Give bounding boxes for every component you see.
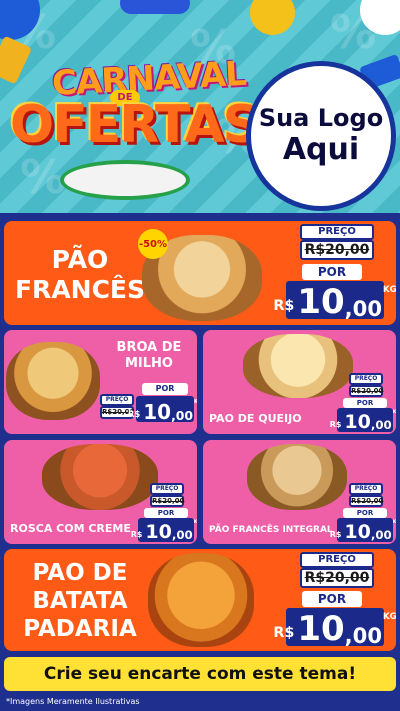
bread-basket-image bbox=[6, 342, 100, 420]
price-label-preco: PREÇO bbox=[300, 552, 374, 568]
product-name-line: PÃO bbox=[51, 245, 109, 274]
product-name-line: BATATA bbox=[32, 588, 128, 614]
price-unit: KG bbox=[193, 520, 197, 526]
old-price: R$20,00 bbox=[150, 495, 185, 507]
currency-symbol: R$ bbox=[273, 298, 295, 315]
price-unit: KG bbox=[392, 520, 396, 526]
new-price: R$ 10 ,00 KG bbox=[330, 518, 396, 543]
bread-basket-image bbox=[148, 553, 254, 647]
old-price: R$20,00 bbox=[349, 495, 384, 507]
currency-symbol: R$ bbox=[130, 530, 143, 540]
currency-symbol: R$ bbox=[127, 409, 141, 420]
price-cents: ,00 bbox=[344, 622, 383, 648]
price-label-por: POR bbox=[343, 508, 387, 518]
product-card-pao-de-batata: PAO DE BATATA PADARIA PREÇO R$20,00 POR … bbox=[4, 549, 396, 651]
new-price: R$ 10 ,00 KG bbox=[128, 396, 197, 424]
old-price: R$20,00 bbox=[300, 568, 374, 588]
price-integer: 10 bbox=[344, 411, 371, 433]
percent-pattern: % bbox=[20, 150, 67, 204]
price-cents: ,00 bbox=[370, 528, 392, 543]
product-card-pao-de-queijo: PAO DE QUEIJO PREÇO R$20,00 POR R$ 10 ,0… bbox=[203, 330, 396, 434]
currency-symbol: R$ bbox=[329, 420, 342, 430]
product-name-line: BROA DE bbox=[116, 340, 182, 355]
cta-banner: Crie seu encarte com este tema! bbox=[4, 657, 396, 691]
balloon-icon bbox=[250, 0, 295, 35]
price-integer: 10 bbox=[143, 400, 172, 424]
store-logo-line1: Sua Logo bbox=[258, 103, 384, 132]
price-unit: KG bbox=[383, 285, 396, 296]
price-integer: 10 bbox=[344, 521, 371, 543]
logo-title-main: OFERTAS bbox=[10, 95, 260, 155]
price-unit: KG bbox=[392, 410, 396, 416]
product-name-line: MILHO bbox=[125, 356, 173, 371]
price-label-por: POR bbox=[302, 264, 362, 280]
product-card-pao-frances: PÃO FRANCÊS -50% PREÇO R$20,00 POR R$ 10… bbox=[4, 221, 396, 325]
product-name-line: PADARIA bbox=[23, 616, 137, 642]
price-integer: 10 bbox=[297, 609, 345, 649]
new-price: R$ 10 ,00 KG bbox=[131, 518, 197, 543]
price-integer: 10 bbox=[145, 521, 172, 543]
new-price: R$ 10 ,00 KG bbox=[273, 281, 396, 322]
product-card-rosca-com-creme: ROSCA COM CREME PREÇO R$20,00 POR R$ 10 … bbox=[4, 440, 197, 544]
disclaimer-text: *Imagens Meramente Ilustrativas bbox=[6, 697, 140, 706]
currency-symbol: R$ bbox=[329, 530, 342, 540]
product-card-broa-de-milho: BROA DE MILHO PREÇO R$20,00 POR R$ 10 ,0… bbox=[4, 330, 197, 434]
price-unit: KG bbox=[383, 612, 396, 623]
old-price: R$20,00 bbox=[349, 385, 384, 397]
price-label-preco: PREÇO bbox=[150, 483, 184, 495]
product-name-line: PAO DE bbox=[32, 560, 128, 586]
bread-basket-image bbox=[247, 444, 347, 510]
price-label-por: POR bbox=[142, 383, 188, 395]
price-cents: ,00 bbox=[344, 295, 383, 321]
price-cents: ,00 bbox=[370, 418, 392, 433]
price-label-por: POR bbox=[302, 591, 362, 607]
bread-basket-image bbox=[243, 334, 353, 398]
price-label-por: POR bbox=[144, 508, 188, 518]
price-label-preco: PREÇO bbox=[349, 373, 383, 385]
price-cents: ,00 bbox=[171, 528, 193, 543]
store-logo-placeholder: Sua Logo Aqui bbox=[246, 61, 396, 211]
product-name: PÃO FRANCÊS INTEGRAL bbox=[209, 525, 333, 535]
new-price: R$ 10 ,00 KG bbox=[273, 608, 396, 649]
product-name: PAO DE BATATA PADARIA bbox=[10, 559, 150, 643]
header-banner: % % % % % CARNAVAL DE OFERTAS Sua Logo A… bbox=[0, 0, 400, 213]
discount-badge: -50% bbox=[138, 229, 168, 259]
store-logo-line2: Aqui bbox=[282, 131, 360, 167]
price-label-preco: PREÇO bbox=[349, 483, 383, 495]
drum-icon bbox=[60, 160, 190, 200]
product-name: ROSCA COM CREME bbox=[10, 522, 131, 535]
product-name: BROA DE MILHO bbox=[104, 340, 194, 372]
price-unit: KG bbox=[194, 398, 197, 405]
price-integer: 10 bbox=[297, 282, 345, 322]
product-card-pao-frances-integral: PÃO FRANCÊS INTEGRAL PREÇO R$20,00 POR R… bbox=[203, 440, 396, 544]
product-name-line: FRANCÊS bbox=[14, 275, 146, 304]
product-name: PAO DE QUEIJO bbox=[209, 412, 302, 425]
mask-icon bbox=[120, 0, 190, 14]
product-name: PÃO FRANCÊS bbox=[10, 245, 150, 305]
currency-symbol: R$ bbox=[273, 625, 295, 642]
old-price: R$20,00 bbox=[300, 240, 374, 260]
price-label-preco: PREÇO bbox=[300, 224, 374, 240]
price-label-por: POR bbox=[343, 398, 387, 408]
price-cents: ,00 bbox=[171, 407, 194, 423]
bread-basket-image bbox=[42, 444, 158, 510]
price-label-preco: PREÇO bbox=[100, 394, 134, 406]
new-price: R$ 10 ,00 KG bbox=[330, 408, 396, 433]
